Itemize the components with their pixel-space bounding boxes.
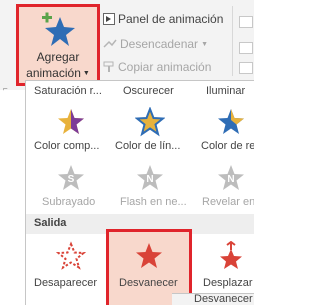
animation-list-item[interactable]: Desvanecer xyxy=(172,293,254,305)
fill-color-star-icon[interactable] xyxy=(216,107,246,137)
ribbon: Agregar animación ▼ Panel de animación De… xyxy=(0,0,254,93)
ribbon-timing-control[interactable] xyxy=(239,62,253,74)
animation-painter-button[interactable]: Copiar animación xyxy=(103,57,211,77)
animation-painter-label: Copiar animación xyxy=(118,60,212,74)
animation-pane-button[interactable]: Panel de animación xyxy=(103,9,223,29)
effect-label[interactable]: Desaparecer xyxy=(34,277,110,289)
effect-label[interactable]: Color de lín... xyxy=(115,140,193,152)
effect-label[interactable]: Desplazar h xyxy=(203,277,254,289)
effect-label[interactable]: Flash en ne... xyxy=(120,196,192,208)
animation-gallery: Saturación r... Oscurecer Iluminar Color… xyxy=(25,80,254,305)
underline-star-icon[interactable]: S xyxy=(56,163,86,193)
disappear-star-icon[interactable] xyxy=(56,241,86,271)
add-animation-label: Agregar xyxy=(36,50,80,64)
effect-label[interactable]: Saturación r... xyxy=(34,85,110,97)
fly-out-star-icon[interactable] xyxy=(216,241,246,271)
effect-label[interactable]: Color comp... xyxy=(34,140,110,152)
trigger-button[interactable]: Desencadenar ▼ xyxy=(103,34,208,54)
add-animation-button[interactable]: Agregar animación ▼ xyxy=(16,4,100,86)
effect-label[interactable]: Subrayado xyxy=(42,196,112,208)
bottom-effect-label: Desvanecer xyxy=(194,293,253,305)
dropdown-caret-icon: ▼ xyxy=(82,70,90,77)
fade-star-icon[interactable] xyxy=(134,241,164,271)
svg-text:N: N xyxy=(227,174,234,185)
reveal-star-icon[interactable]: N xyxy=(216,163,246,193)
trigger-label: Desencadenar xyxy=(120,37,199,51)
animation-pane-icon xyxy=(103,13,115,25)
add-animation-label-2: animación xyxy=(26,66,81,80)
effect-label[interactable]: Revelar en xyxy=(202,196,254,208)
effect-label[interactable]: Iluminar xyxy=(206,85,254,97)
effect-label[interactable]: Desvanecer xyxy=(119,277,189,289)
group-launcher-icon[interactable]: ⌐ xyxy=(3,84,8,93)
flash-bulb-star-icon[interactable]: N xyxy=(135,163,165,193)
complementary-color-star-icon[interactable] xyxy=(56,107,86,137)
trigger-icon xyxy=(103,39,117,48)
add-animation-star-icon xyxy=(42,12,75,46)
svg-text:S: S xyxy=(68,174,75,185)
ribbon-timing-control[interactable] xyxy=(239,16,253,28)
line-color-star-icon[interactable] xyxy=(135,107,165,137)
ribbon-timing-control[interactable] xyxy=(239,42,253,54)
effect-label[interactable]: Color de re xyxy=(201,140,254,152)
svg-text:N: N xyxy=(146,174,153,185)
effect-label[interactable]: Oscurecer xyxy=(123,85,193,97)
chevron-down-icon: ▼ xyxy=(201,40,208,48)
painter-brush-icon xyxy=(103,61,114,72)
animation-pane-label: Panel de animación xyxy=(118,12,224,26)
ribbon-divider xyxy=(232,6,233,76)
